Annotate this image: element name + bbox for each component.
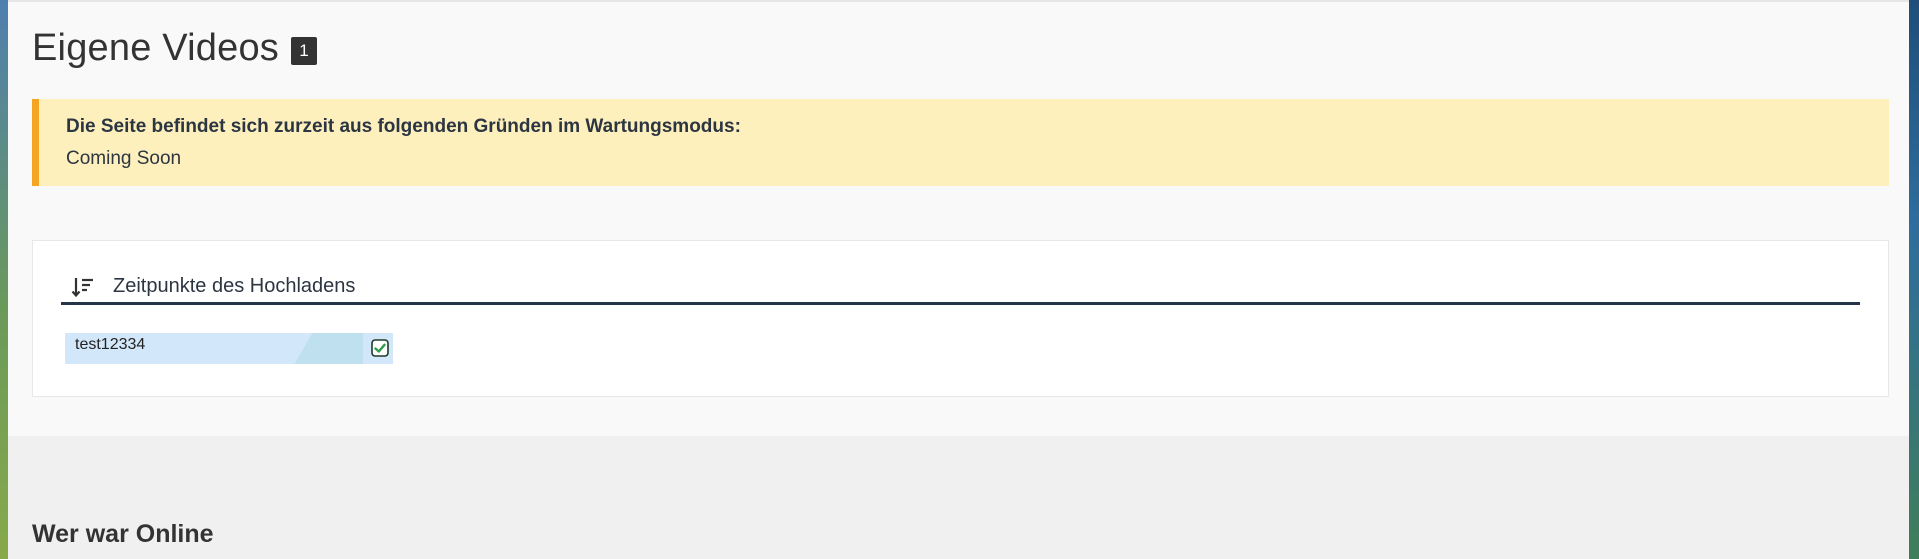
- page-title: Eigene Videos: [32, 27, 279, 69]
- video-list-item[interactable]: test12334: [65, 333, 393, 364]
- video-count-badge: 1: [290, 36, 317, 65]
- who-was-online-title: Wer war Online: [32, 520, 214, 548]
- footer-area: Wer war Online: [8, 436, 1919, 559]
- videos-card: Zeitpunkte des Hochladens test12334: [32, 240, 1889, 397]
- alert-title: Die Seite befindet sich zurzeit aus folg…: [66, 116, 741, 137]
- video-name[interactable]: test12334: [75, 336, 145, 354]
- sort-bar[interactable]: Zeitpunkte des Hochladens: [61, 271, 1860, 305]
- thumbnail-stripe: [283, 333, 363, 364]
- maintenance-alert: Die Seite befindet sich zurzeit aus folg…: [32, 99, 1889, 186]
- sort-label[interactable]: Zeitpunkte des Hochladens: [113, 275, 355, 298]
- alert-message: Coming Soon: [66, 148, 182, 169]
- page-header: Eigene Videos 1: [32, 27, 317, 70]
- checkbox-checked-icon[interactable]: [371, 339, 389, 357]
- main-frame: Eigene Videos 1 Die Seite befindet sich …: [8, 0, 1919, 559]
- sort-descending-icon[interactable]: [71, 275, 95, 299]
- background-strip: [1909, 0, 1919, 559]
